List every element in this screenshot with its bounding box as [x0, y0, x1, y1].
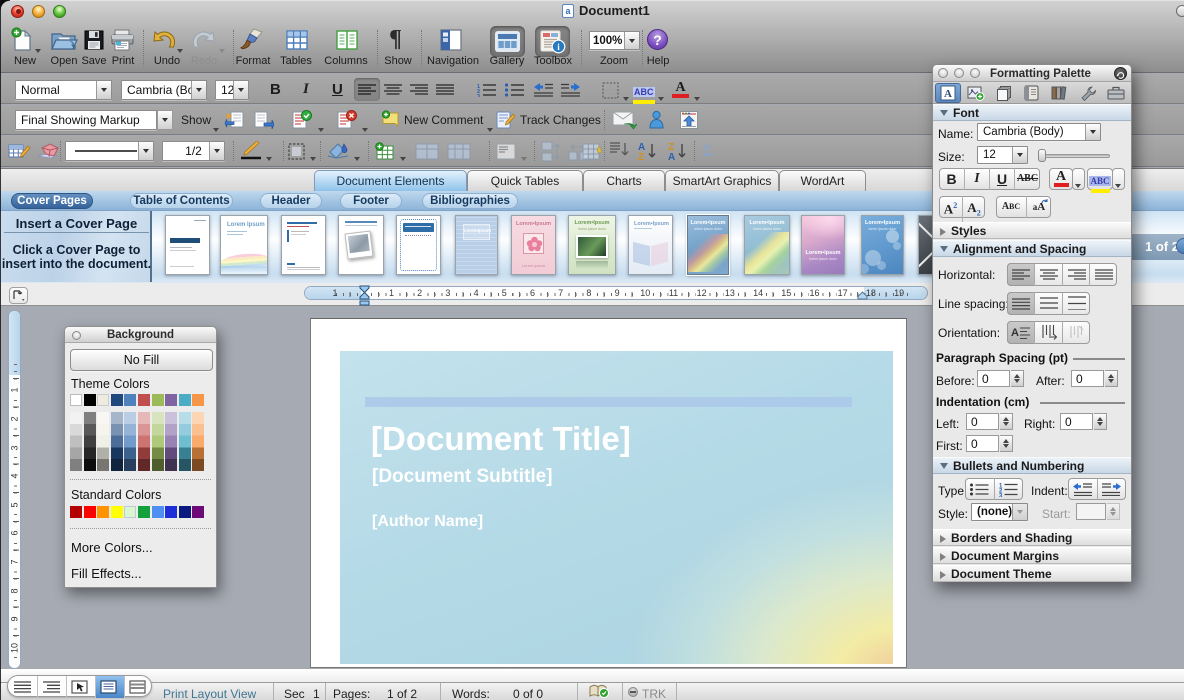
svg-text:A: A: [668, 152, 675, 162]
svg-text:A: A: [944, 88, 952, 100]
svg-text:3: 3: [999, 494, 1003, 498]
svg-text:Z: Z: [638, 152, 644, 162]
svg-text:3: 3: [477, 94, 480, 97]
svg-text:A: A: [1011, 327, 1019, 339]
